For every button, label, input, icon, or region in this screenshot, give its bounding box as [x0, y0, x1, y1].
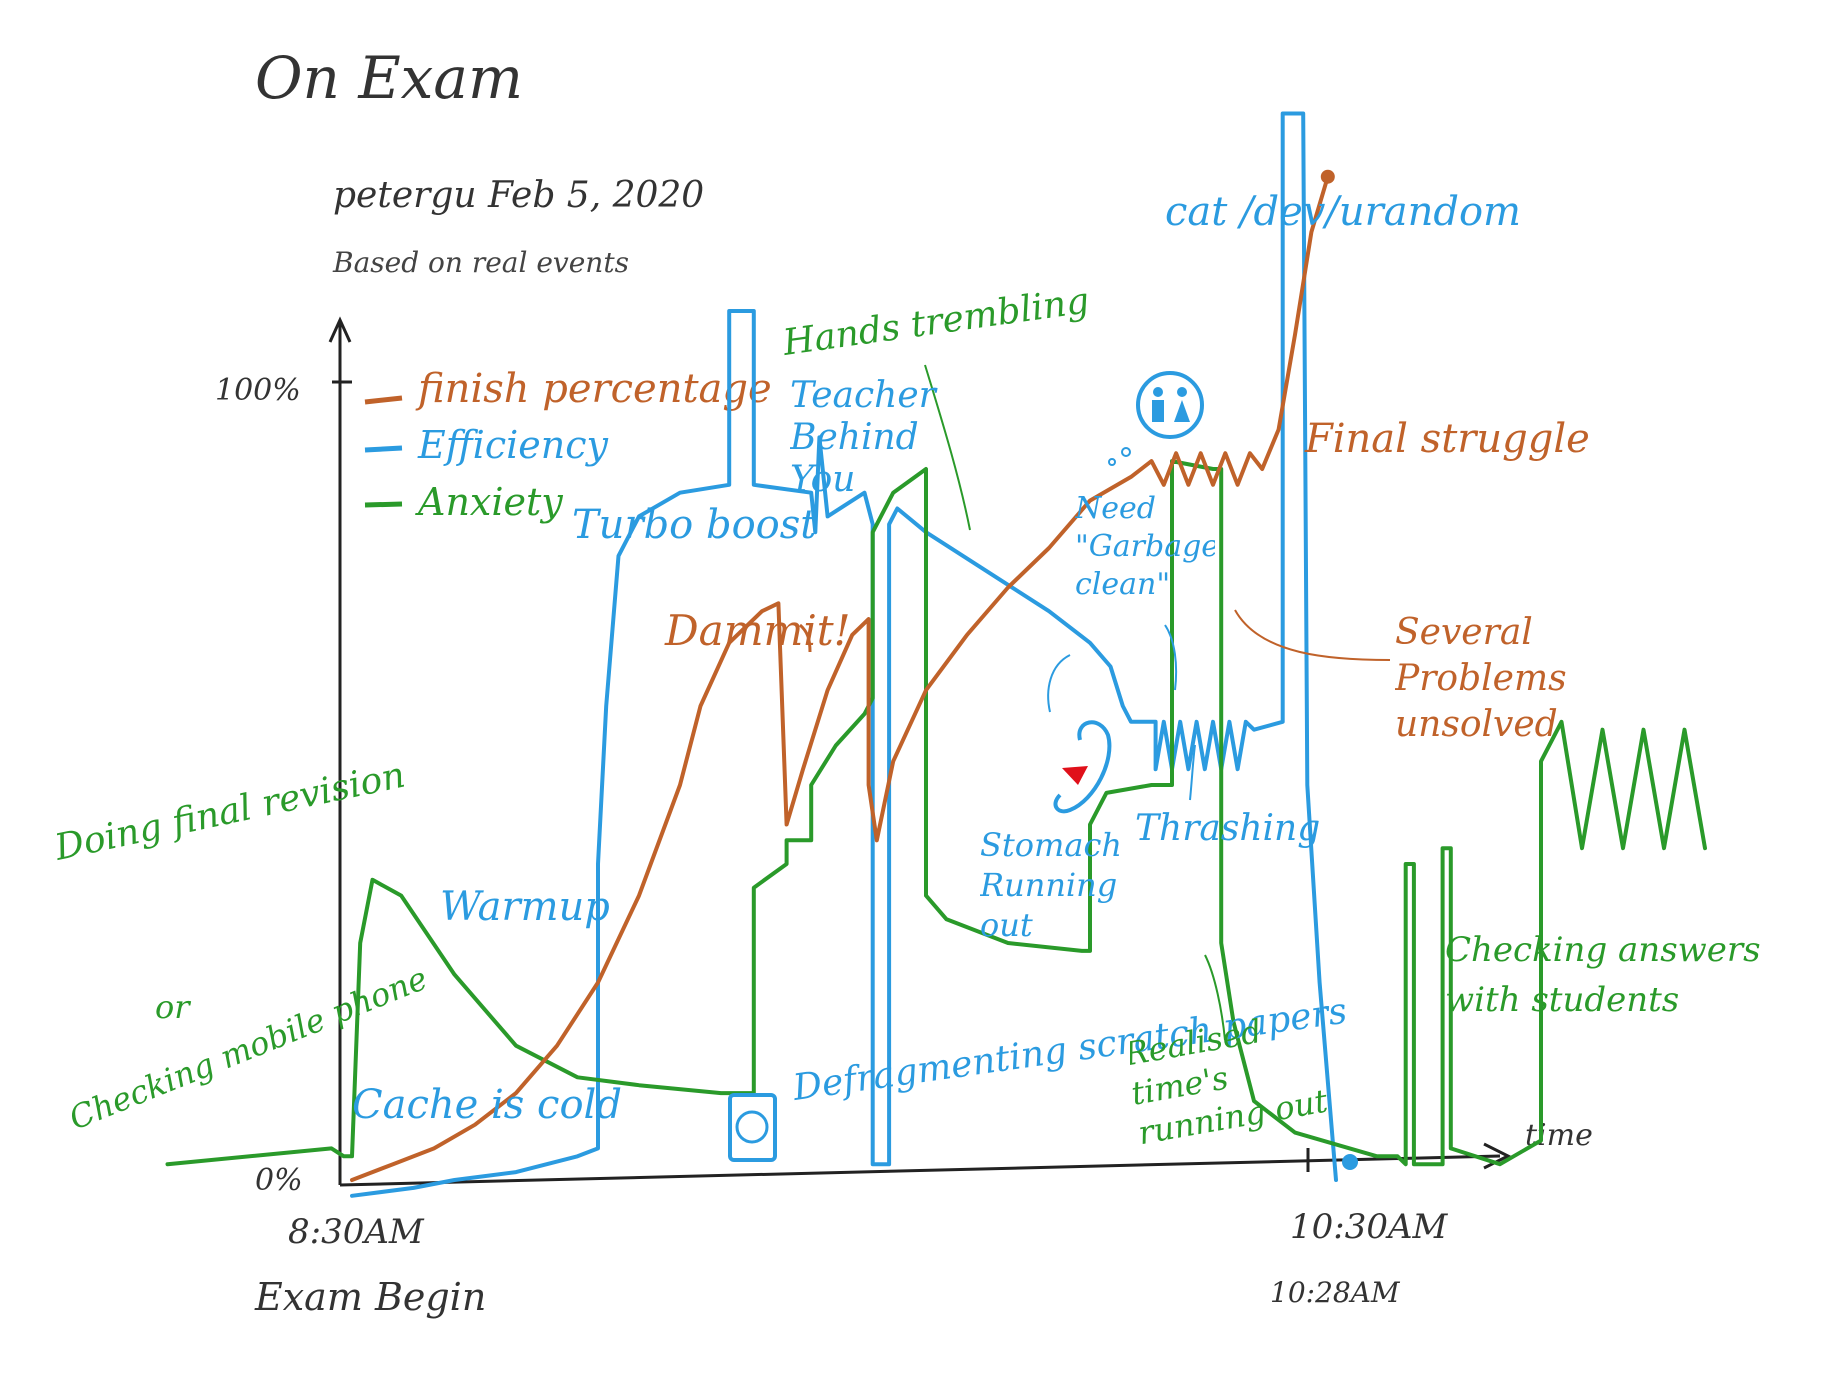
hard-disk-icon — [728, 1093, 777, 1162]
x-tick-sublabel-end: 10:28AM — [1270, 1276, 1401, 1309]
stomach-icon — [1053, 720, 1112, 814]
legend-label-anxiety: Anxiety — [415, 480, 563, 524]
annotation-garbage-box: Need "Garbage clean" — [1075, 491, 1215, 602]
annotation-teacher: Teacher Behind You — [790, 375, 936, 500]
chart-note: Based on real events — [332, 246, 629, 279]
annotation-cache-cold: Cache is cold — [352, 1082, 622, 1128]
annotation-stomach: Stomach Running out — [980, 826, 1122, 944]
annotation-several-box: Several Problems unsolved — [1395, 612, 1567, 745]
legend-swatch-efficiency — [364, 445, 403, 453]
chart-title: On Exam — [255, 44, 523, 112]
annotation-hands-trembling: Hands trembling — [780, 280, 1092, 364]
y-label-bottom: 0% — [255, 1163, 303, 1198]
finish-end-point — [1320, 169, 1335, 184]
annotation-dammit: Dammit! — [664, 606, 851, 655]
exam-chart: On Exam petergu Feb 5, 2020 Based on rea… — [50, 44, 1761, 1319]
annotation-checking: Checking answers with students — [1445, 930, 1761, 1020]
annotation-thrashing: Thrashing — [1135, 808, 1320, 849]
annotation-several: Several Problems unsolved — [1395, 612, 1567, 745]
annotation-garbage: Need "Garbage clean" — [1075, 491, 1215, 602]
annotation-realised-box: Realised time's running out — [1130, 1015, 1331, 1153]
annotation-final-struggle: Final struggle — [1304, 416, 1590, 462]
x-tick-label-end: 10:30AM — [1290, 1207, 1449, 1247]
annotation-checking-box: Checking answers with students — [1445, 930, 1761, 1020]
legend-label-efficiency: Efficiency — [417, 423, 608, 467]
pointer-several-problems — [1234, 609, 1391, 661]
annotation-final-revision: Doing final revision — [50, 755, 408, 869]
x-axis-label: time — [1525, 1118, 1593, 1153]
annotation-realised: Realised time's running out — [1130, 1015, 1331, 1153]
y-label-top: 100% — [215, 373, 301, 408]
chart-subtitle: petergu Feb 5, 2020 — [333, 175, 704, 216]
legend-label-finish: finish percentage — [415, 366, 772, 412]
legend-swatch-anxiety — [364, 501, 403, 508]
legend: finish percentage Efficiency Anxiety — [364, 366, 772, 524]
x-tick-sublabel-start: Exam Begin — [254, 1275, 486, 1319]
annotation-urandom: cat /dev/urandom — [1165, 189, 1521, 235]
toilet-icon — [1108, 371, 1204, 466]
annotation-teacher-box: Teacher Behind You — [790, 375, 936, 500]
legend-swatch-finish — [364, 395, 403, 405]
annotation-hands-trembling-text: Hands trembling — [780, 280, 1092, 364]
x-tick-label-start: 8:30AM — [288, 1212, 425, 1252]
annotation-or: or — [155, 988, 191, 1026]
pointer-stomach — [1047, 654, 1071, 713]
annotation-turbo-boost: Turbo boost — [572, 502, 817, 548]
annotation-final-revision-text: Doing final revision — [50, 755, 408, 869]
annotation-warmup: Warmup — [440, 884, 610, 930]
annotation-stomach-box: Stomach Running out — [980, 826, 1122, 944]
